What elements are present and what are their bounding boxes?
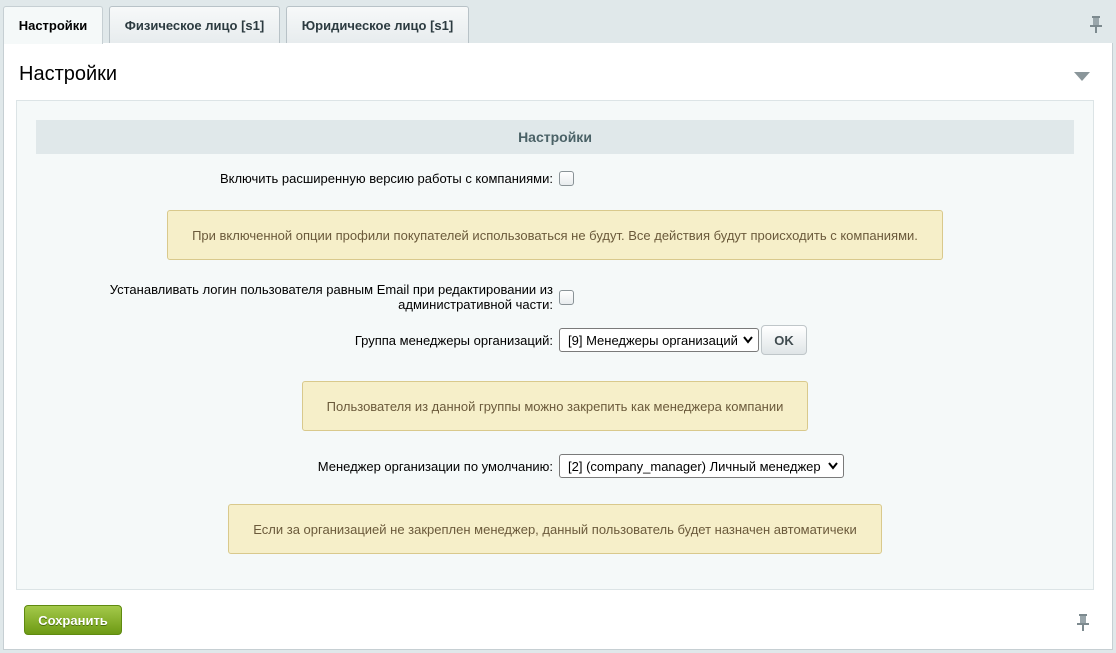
managers-group-note: Пользователя из данной группы можно закр… — [302, 381, 808, 431]
pin-icon[interactable] — [1089, 15, 1103, 33]
tab-individual[interactable]: Физическое лицо [s1] — [109, 6, 280, 43]
section-header: Настройки — [36, 120, 1074, 154]
extended-mode-note-text: При включенной опции профили покупателей… — [192, 227, 918, 243]
tab-settings[interactable]: Настройки — [3, 6, 103, 44]
managers-group-note-text: Пользователя из данной группы можно закр… — [326, 398, 784, 414]
default-manager-select-value: [2] (company_manager) Личный менеджер — [568, 458, 821, 474]
login-email-label-line1: Устанавливать логин пользователя равным … — [109, 282, 553, 297]
managers-group-select[interactable]: [9] Менеджеры организаций — [559, 328, 759, 352]
tab-bar: Настройки Физическое лицо [s1] Юридическ… — [0, 0, 1116, 44]
extended-mode-checkbox[interactable] — [559, 171, 574, 186]
save-button[interactable]: Сохранить — [24, 605, 122, 635]
chevron-down-icon — [828, 462, 838, 470]
settings-section: Настройки Включить расширенную версию ра… — [16, 100, 1094, 590]
default-manager-note: Если за организацией не закреплен менедж… — [228, 504, 882, 554]
triangle-down-icon[interactable] — [1074, 70, 1090, 81]
managers-group-select-value: [9] Менеджеры организаций — [568, 332, 738, 348]
ok-button[interactable]: OK — [761, 325, 807, 355]
default-manager-label: Менеджер организации по умолчанию: — [317, 459, 553, 474]
default-manager-note-text: Если за организацией не закреплен менедж… — [253, 521, 857, 537]
managers-group-label: Группа менеджеры организаций: — [354, 333, 553, 348]
panel-title: Настройки — [19, 63, 118, 85]
default-manager-select[interactable]: [2] (company_manager) Личный менеджер — [559, 454, 844, 478]
login-email-label: Устанавливать логин пользователя равным … — [110, 282, 553, 312]
extended-mode-label: Включить расширенную версию работы с ком… — [219, 171, 553, 186]
pin-icon[interactable] — [1076, 613, 1090, 631]
login-email-label-line2: административной части: — [398, 297, 553, 312]
tab-legal-entity[interactable]: Юридическое лицо [s1] — [286, 6, 469, 43]
settings-panel: Настройки Настройки Включить расширенную… — [3, 43, 1113, 650]
extended-mode-note: При включенной опции профили покупателей… — [167, 210, 943, 260]
chevron-down-icon — [743, 336, 753, 344]
login-email-checkbox[interactable] — [559, 290, 574, 305]
